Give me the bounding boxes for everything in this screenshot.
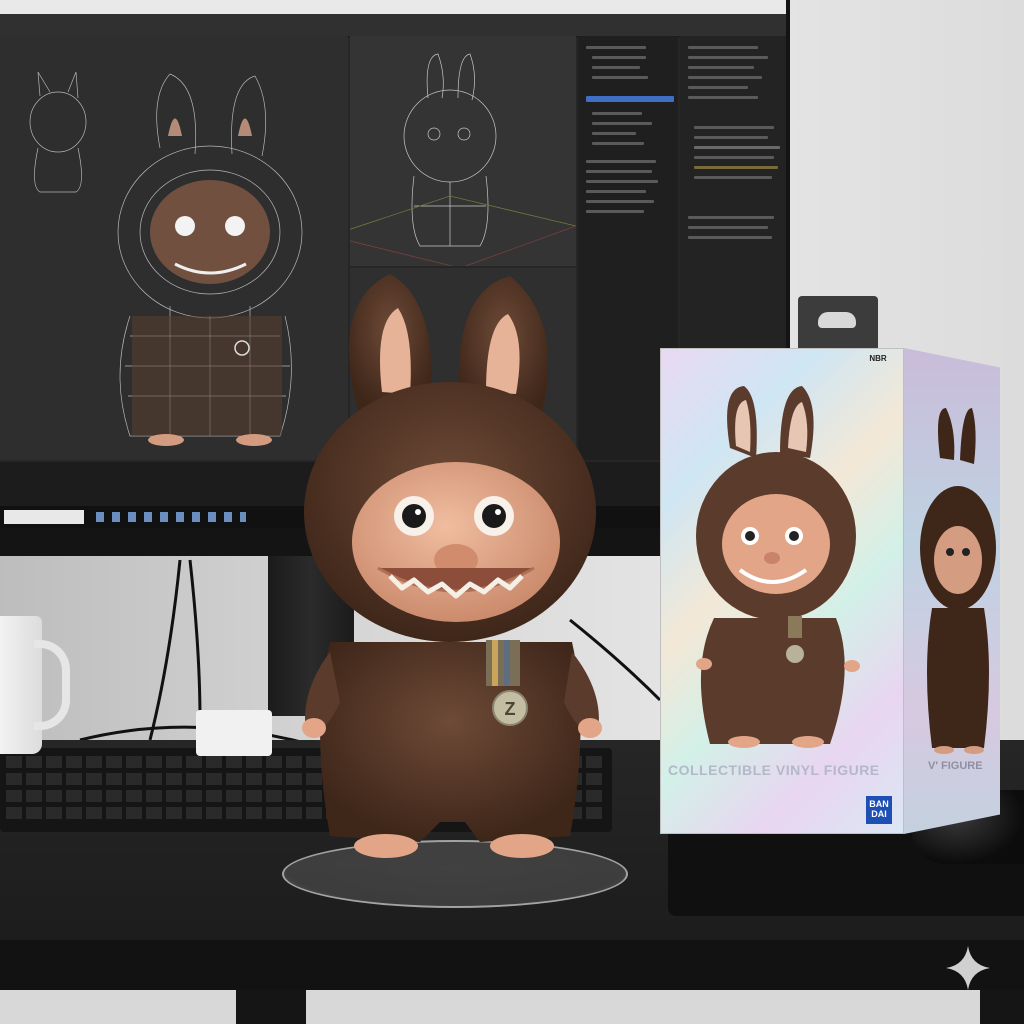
app-tabbar [0, 14, 786, 37]
box-title: COLLECTIBLE VINYL FIGURE [668, 762, 880, 778]
usb-hub [196, 710, 272, 756]
app-menubar [0, 0, 786, 14]
floor [0, 990, 1024, 1024]
brand-logo: BAN DAI [866, 796, 892, 824]
mug-handle [34, 640, 70, 730]
box-side-title: V' FIGURE [928, 760, 983, 772]
sparkle-icon [946, 946, 990, 990]
wireframe-figure-perspective [329, 53, 577, 269]
medal-letter: Z [505, 699, 516, 719]
3d-viewport-perspective [329, 36, 577, 269]
brand-logo-line1: BAN [869, 799, 889, 809]
wall-hook-hole [818, 312, 856, 328]
box-badge-text: NBR [869, 354, 887, 363]
brand-logo-line2: DAI [871, 809, 887, 819]
desk-leg [236, 990, 306, 1024]
desk-scene: NBR COLLECTIBLE VINYL FIGURE V' FIGURE B… [0, 0, 1024, 1024]
plush-figure: Z [302, 274, 602, 858]
box-badge-logo: NBR [864, 354, 892, 390]
desk-edge [0, 940, 1024, 990]
desk-leg [980, 990, 1024, 1024]
